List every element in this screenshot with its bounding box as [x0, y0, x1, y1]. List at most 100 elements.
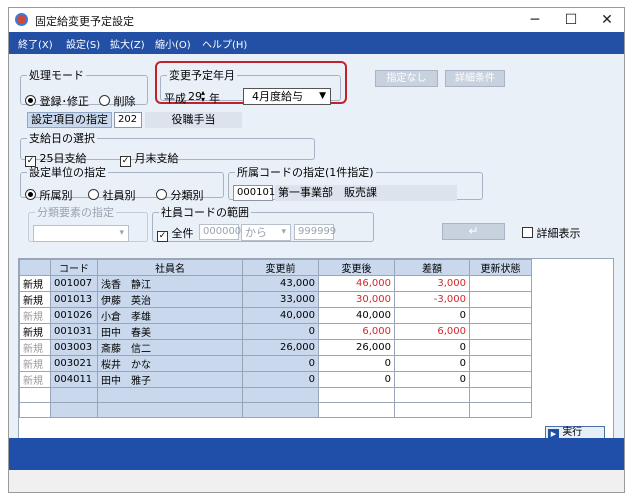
- minimize-button[interactable]: ─: [520, 10, 550, 30]
- col-header-diff: 差額: [394, 259, 470, 276]
- dept-legend: 所属コードの指定(1件指定): [237, 166, 374, 179]
- menu-zoom-out[interactable]: 縮小(O): [155, 36, 191, 51]
- mode-register-label: 登録･修正: [39, 95, 90, 108]
- radio-delete-icon: [99, 95, 110, 106]
- empty-cell: [394, 402, 470, 418]
- empty-cell: [50, 402, 98, 418]
- row-state: [469, 339, 532, 356]
- dept-group: 所属コードの指定(1件指定) 000101 第一事業部 販売課: [228, 164, 483, 201]
- row-kubun: 新規: [19, 291, 51, 308]
- item-spec-label: 設定項目の指定: [27, 112, 112, 128]
- no-spec-button[interactable]: 指定なし: [375, 70, 438, 87]
- empty-cell: [242, 402, 319, 418]
- col-header-state: 更新状態: [469, 259, 532, 276]
- process-mode-legend: 処理モード: [29, 69, 84, 82]
- row-before: 40,000: [242, 307, 319, 324]
- row-before: 33,000: [242, 291, 319, 308]
- run-button-label: 実行: [562, 427, 583, 438]
- unit-emp-label: 社員別: [102, 189, 136, 202]
- row-after: 46,000: [318, 275, 395, 292]
- menu-settings[interactable]: 設定(S): [66, 36, 100, 51]
- emp-all-checkbox[interactable]: ✓ 全件: [157, 225, 194, 242]
- row-name: 浅香 静江: [97, 275, 243, 292]
- row-code: 004011: [50, 371, 98, 388]
- radio-off-icon: [156, 189, 167, 200]
- row-code: 003021: [50, 355, 98, 372]
- empty-cell: [97, 402, 243, 418]
- row-state: [469, 275, 532, 292]
- status-bar: [9, 438, 624, 470]
- row-before: 26,000: [242, 339, 319, 356]
- table-row[interactable]: 新規 001031 田中 春美 0 6,000 6,000: [19, 323, 532, 340]
- emp-from-input[interactable]: 000000: [199, 224, 241, 240]
- mode-delete[interactable]: 削除: [99, 93, 136, 109]
- emp-range-group: 社員コードの範囲 ✓ 全件 000000 から ▾ 999999: [152, 204, 374, 242]
- row-before: 0: [242, 371, 319, 388]
- row-diff: 0: [394, 339, 470, 356]
- table-row[interactable]: 新規 001026 小倉 孝雄 40,000 40,000 0: [19, 307, 532, 324]
- close-button[interactable]: ✕: [592, 10, 622, 30]
- era-label: 平成: [164, 92, 186, 105]
- detail-condition-button[interactable]: 詳細条件: [445, 70, 505, 87]
- col-header-kubun: [19, 259, 51, 276]
- detail-view-label: 詳細表示: [536, 227, 581, 240]
- row-code: 001013: [50, 291, 98, 308]
- mode-register[interactable]: 登録･修正: [25, 93, 89, 109]
- class-element-select[interactable]: ▾: [33, 225, 129, 242]
- class-element-group: 分類要素の指定 ▾: [28, 204, 148, 242]
- emp-range-select[interactable]: から ▾: [241, 224, 291, 241]
- unit-group: 設定単位の指定 所属別 社員別 分類別: [20, 164, 224, 202]
- menu-exit[interactable]: 終了(X): [18, 36, 53, 51]
- row-before: 43,000: [242, 275, 319, 292]
- empty-cell: [469, 402, 532, 418]
- empty-cell: [242, 387, 319, 403]
- row-diff: 0: [394, 355, 470, 372]
- unit-emp-radio[interactable]: 社員別: [88, 187, 136, 203]
- radio-on-icon: [25, 189, 36, 200]
- table-row[interactable]: 新規 004011 田中 雅子 0 0 0: [19, 371, 532, 388]
- check-icon: ✓: [157, 231, 168, 242]
- table-row[interactable]: 新規 001013 伊藤 英治 33,000 30,000 -3,000: [19, 291, 532, 308]
- row-state: [469, 355, 532, 372]
- menu-help[interactable]: ヘルプ(H): [202, 36, 247, 51]
- row-name: 斎藤 信二: [97, 339, 243, 356]
- row-diff: 0: [394, 371, 470, 388]
- unit-dept-radio[interactable]: 所属別: [25, 187, 73, 203]
- row-state: [469, 307, 532, 324]
- empty-cell: [97, 387, 243, 403]
- main-window: 固定給変更予定設定 ─ ☐ ✕ 終了(X) 設定(S) 拡大(Z) 縮小(O) …: [8, 7, 625, 493]
- month-select[interactable]: 4月度給与 ▼: [243, 88, 331, 105]
- row-kubun: 新規: [19, 275, 51, 292]
- table-row[interactable]: 新規 003003 斎藤 信二 26,000 26,000 0: [19, 339, 532, 356]
- item-code-input[interactable]: 202: [114, 112, 142, 128]
- window-title: 固定給変更予定設定: [35, 15, 134, 28]
- row-diff: -3,000: [394, 291, 470, 308]
- app-icon: [15, 13, 28, 26]
- row-code: 001026: [50, 307, 98, 324]
- row-code: 001031: [50, 323, 98, 340]
- detail-view-checkbox[interactable]: 詳細表示: [522, 225, 581, 241]
- row-code: 003003: [50, 339, 98, 356]
- col-header-after: 変更後: [318, 259, 395, 276]
- year-spinner-icon[interactable]: ▴ ▾: [201, 89, 205, 104]
- table-row[interactable]: 新規 003021 桜井 かな 0 0 0: [19, 355, 532, 372]
- emp-all-label: 全件: [171, 227, 194, 240]
- row-kubun: 新規: [19, 371, 51, 388]
- enter-button[interactable]: ↵: [442, 223, 505, 240]
- table-row[interactable]: 新規 001007 浅香 静江 43,000 46,000 3,000: [19, 275, 532, 292]
- year-value[interactable]: 29: [188, 90, 202, 103]
- chevron-down-icon: ▾: [119, 228, 124, 238]
- change-date-group: 変更予定年月 平成 29 ▴ ▾ 年 4月度給与 ▼: [160, 67, 341, 105]
- empty-row: [19, 387, 532, 403]
- emp-range-select-value: から: [245, 226, 267, 239]
- unit-class-radio[interactable]: 分類別: [156, 187, 204, 203]
- row-diff: 0: [394, 307, 470, 324]
- maximize-button[interactable]: ☐: [556, 10, 586, 30]
- radio-register-icon: [25, 95, 36, 106]
- menu-zoom-in[interactable]: 拡大(Z): [110, 36, 145, 51]
- empty-cell: [469, 387, 532, 403]
- emp-to-input[interactable]: 999999: [294, 224, 336, 240]
- dept-code-input[interactable]: 000101: [233, 185, 275, 201]
- class-element-legend: 分類要素の指定: [37, 206, 114, 219]
- chevron-down-icon: ▾: [281, 227, 286, 237]
